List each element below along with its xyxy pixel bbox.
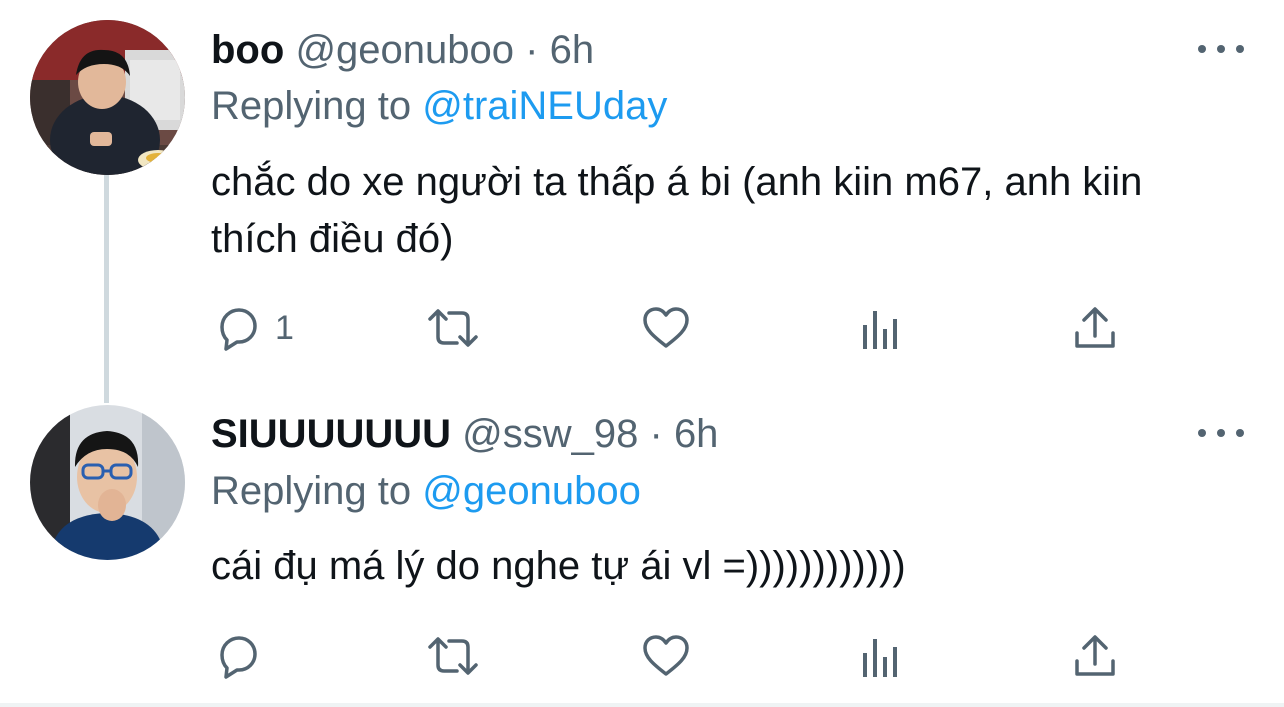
reply-icon xyxy=(220,308,257,351)
display-name[interactable]: SIUUUUUUU xyxy=(211,412,451,456)
separator-dot: · xyxy=(525,28,539,72)
tweet-divider xyxy=(0,703,1284,707)
like-button[interactable] xyxy=(641,302,691,354)
analytics-button[interactable] xyxy=(858,302,904,354)
reply-button[interactable] xyxy=(213,630,275,682)
reply-button[interactable]: 1 xyxy=(213,302,294,354)
retweet-button[interactable] xyxy=(425,630,481,682)
replying-handle-link[interactable]: @traiNEUday xyxy=(422,84,667,128)
replying-to: Replying to @traiNEUday xyxy=(211,82,667,130)
reply-count: 1 xyxy=(275,308,294,347)
share-button[interactable] xyxy=(1070,302,1120,354)
analytics-icon xyxy=(863,639,897,677)
tweet[interactable]: boo @geonuboo · 6h Replying to @traiNEUd… xyxy=(0,0,1284,395)
tweet-text: chắc do xe người ta thấp á bi (anh kiin … xyxy=(211,160,1143,261)
user-handle[interactable]: @geonuboo xyxy=(295,28,514,72)
tweet-header: boo @geonuboo · 6h xyxy=(211,26,594,74)
retweet-button[interactable] xyxy=(425,302,481,354)
more-icon[interactable] xyxy=(1198,37,1244,61)
tweet-header: SIUUUUUUU @ssw_98 · 6h xyxy=(211,410,718,458)
reply-icon xyxy=(220,636,257,679)
user-handle[interactable]: @ssw_98 xyxy=(462,412,638,456)
timestamp[interactable]: 6h xyxy=(674,412,719,456)
share-button[interactable] xyxy=(1070,630,1120,682)
retweet-icon xyxy=(428,637,478,675)
analytics-icon xyxy=(863,311,897,349)
replying-prefix: Replying to xyxy=(211,84,412,128)
replying-prefix: Replying to xyxy=(211,469,412,513)
replying-handle-link[interactable]: @geonuboo xyxy=(422,469,641,513)
retweet-icon xyxy=(428,309,478,347)
avatar[interactable] xyxy=(30,405,185,560)
tweet-text: cái đụ má lý do nghe tự ái vl =)))))))))… xyxy=(211,544,906,588)
replying-to: Replying to @geonuboo xyxy=(211,467,641,515)
display-name[interactable]: boo xyxy=(211,28,284,72)
share-icon xyxy=(1075,307,1115,348)
like-icon xyxy=(643,635,689,676)
tweet[interactable]: SIUUUUUUU @ssw_98 · 6h Replying to @geon… xyxy=(0,395,1284,703)
separator-dot: · xyxy=(649,412,663,456)
timestamp[interactable]: 6h xyxy=(550,28,595,72)
analytics-button[interactable] xyxy=(858,630,904,682)
more-icon[interactable] xyxy=(1198,421,1244,445)
share-icon xyxy=(1075,635,1115,676)
like-button[interactable] xyxy=(641,630,691,682)
avatar[interactable] xyxy=(30,20,185,175)
like-icon xyxy=(643,307,689,348)
